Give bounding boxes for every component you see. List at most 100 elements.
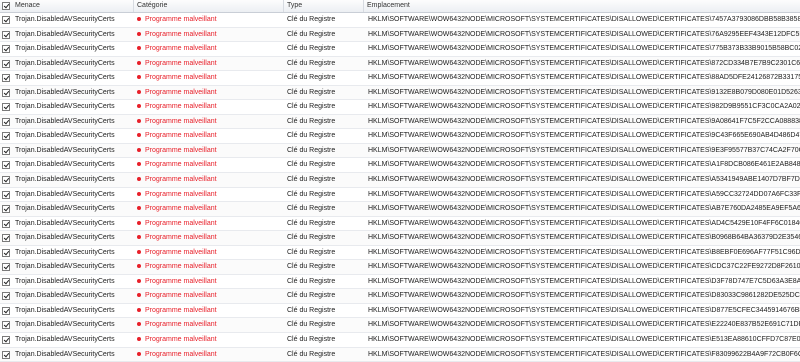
row-checkbox[interactable]: [2, 103, 10, 112]
threat-name: Trojan.DisabledAVSecurityCerts: [15, 190, 115, 198]
column-header-location[interactable]: Emplacement: [364, 0, 800, 12]
type-cell: Clé du Registre: [287, 277, 336, 285]
type-cell: Clé du Registre: [287, 350, 336, 358]
row-checkbox[interactable]: [2, 219, 10, 228]
category-label: Programme malveillant: [145, 263, 217, 271]
location-cell: HKLM\SOFTWARE\WOW6432NODE\MICROSOFT\SYST…: [368, 321, 800, 329]
threat-name: Trojan.DisabledAVSecurityCerts: [15, 88, 115, 96]
type-cell: Clé du Registre: [287, 16, 336, 23]
location-cell: HKLM\SOFTWARE\WOW6432NODE\MICROSOFT\SYST…: [368, 103, 800, 111]
table-row[interactable]: Trojan.DisabledAVSecurityCerts Programme …: [0, 173, 800, 188]
category-cell: Programme malveillant: [134, 28, 284, 42]
row-checkbox[interactable]: [2, 117, 10, 126]
table-row[interactable]: Trojan.DisabledAVSecurityCerts Programme …: [0, 85, 800, 101]
category-label: Programme malveillant: [145, 59, 217, 67]
malware-dot-icon: [137, 147, 141, 152]
location-cell: HKLM\SOFTWARE\WOW6432NODE\MICROSOFT\SYST…: [368, 74, 800, 82]
threat-name: Trojan.DisabledAVSecurityCerts: [15, 205, 115, 213]
table-row[interactable]: Trojan.DisabledAVSecurityCerts Programme …: [0, 100, 800, 115]
category-label: Programme malveillant: [145, 132, 217, 140]
row-checkbox[interactable]: [2, 30, 10, 39]
table-row[interactable]: Trojan.DisabledAVSecurityCerts Programme …: [0, 71, 800, 86]
row-checkbox[interactable]: [2, 306, 10, 315]
type-cell: Clé du Registre: [287, 45, 336, 53]
row-checkbox[interactable]: [2, 263, 10, 272]
table-row[interactable]: Trojan.DisabledAVSecurityCerts Programme …: [0, 289, 800, 304]
malware-dot-icon: [137, 46, 141, 51]
table-row[interactable]: Trojan.DisabledAVSecurityCerts Programme …: [0, 333, 800, 348]
location-cell: HKLM\SOFTWARE\WOW6432NODE\MICROSOFT\SYST…: [368, 59, 800, 67]
threat-name: Trojan.DisabledAVSecurityCerts: [15, 292, 115, 300]
table-row[interactable]: Trojan.DisabledAVSecurityCerts Programme …: [0, 188, 800, 203]
row-checkbox[interactable]: [2, 234, 10, 243]
table-row[interactable]: Trojan.DisabledAVSecurityCerts Programme …: [0, 347, 800, 362]
table-row[interactable]: Trojan.DisabledAVSecurityCerts Programme …: [0, 260, 800, 275]
row-checkbox[interactable]: [2, 248, 10, 257]
location-cell: HKLM\SOFTWARE\WOW6432NODE\MICROSOFT\SYST…: [368, 263, 800, 271]
select-all-checkbox[interactable]: [2, 2, 10, 10]
location-cell: HKLM\SOFTWARE\WOW6432NODE\MICROSOFT\SYST…: [368, 146, 800, 154]
table-row[interactable]: Trojan.DisabledAVSecurityCerts Programme …: [0, 27, 800, 43]
row-checkbox[interactable]: [2, 321, 10, 330]
type-cell: Clé du Registre: [287, 176, 336, 184]
threat-name: Trojan.DisabledAVSecurityCerts: [15, 248, 115, 256]
row-checkbox[interactable]: [2, 16, 10, 24]
type-cell: Clé du Registre: [287, 321, 336, 329]
threat-name: Trojan.DisabledAVSecurityCerts: [15, 30, 115, 38]
column-header-threat[interactable]: Menace: [0, 0, 134, 12]
table-row[interactable]: Trojan.DisabledAVSecurityCerts Programme …: [0, 304, 800, 319]
row-checkbox[interactable]: [2, 132, 10, 141]
category-label: Programme malveillant: [145, 88, 217, 96]
row-checkbox[interactable]: [2, 161, 10, 170]
table-row[interactable]: Trojan.DisabledAVSecurityCerts Programme …: [0, 158, 800, 174]
table-row[interactable]: Trojan.DisabledAVSecurityCerts Programme …: [0, 56, 800, 72]
row-checkbox[interactable]: [2, 190, 10, 199]
table-row[interactable]: Trojan.DisabledAVSecurityCerts Programme …: [0, 13, 800, 28]
type-cell: Clé du Registre: [287, 59, 336, 67]
malware-dot-icon: [137, 191, 141, 196]
threat-name: Trojan.DisabledAVSecurityCerts: [15, 321, 115, 329]
malware-dot-icon: [137, 249, 141, 254]
type-cell: Clé du Registre: [287, 263, 336, 271]
row-checkbox[interactable]: [2, 350, 10, 359]
category-cell: Programme malveillant: [134, 100, 284, 114]
table-row[interactable]: Trojan.DisabledAVSecurityCerts Programme …: [0, 275, 800, 290]
table-row[interactable]: Trojan.DisabledAVSecurityCerts Programme …: [0, 129, 800, 144]
category-cell: Programme malveillant: [134, 333, 284, 347]
column-header-category[interactable]: Catégorie: [134, 0, 284, 12]
category-cell: Programme malveillant: [134, 57, 284, 71]
table-row[interactable]: Trojan.DisabledAVSecurityCerts Programme …: [0, 202, 800, 217]
table-row[interactable]: Trojan.DisabledAVSecurityCerts Programme …: [0, 42, 800, 57]
location-cell: HKLM\SOFTWARE\WOW6432NODE\MICROSOFT\SYST…: [368, 161, 800, 169]
location-cell: HKLM\SOFTWARE\WOW6432NODE\MICROSOFT\SYST…: [368, 292, 800, 300]
category-label: Programme malveillant: [145, 219, 217, 227]
category-label: Programme malveillant: [145, 16, 217, 23]
category-label: Programme malveillant: [145, 190, 217, 198]
table-row[interactable]: Trojan.DisabledAVSecurityCerts Programme …: [0, 143, 800, 159]
threat-name: Trojan.DisabledAVSecurityCerts: [15, 132, 115, 140]
category-cell: Programme malveillant: [134, 289, 284, 303]
location-cell: HKLM\SOFTWARE\WOW6432NODE\MICROSOFT\SYST…: [368, 219, 800, 227]
malware-dot-icon: [137, 220, 141, 225]
row-checkbox[interactable]: [2, 59, 10, 68]
column-header-type[interactable]: Type: [284, 0, 364, 12]
row-checkbox[interactable]: [2, 176, 10, 185]
row-checkbox[interactable]: [2, 205, 10, 214]
type-cell: Clé du Registre: [287, 234, 336, 242]
row-checkbox[interactable]: [2, 45, 10, 54]
row-checkbox[interactable]: [2, 292, 10, 301]
row-checkbox[interactable]: [2, 146, 10, 155]
threat-name: Trojan.DisabledAVSecurityCerts: [15, 336, 115, 344]
row-checkbox[interactable]: [2, 277, 10, 286]
row-checkbox[interactable]: [2, 74, 10, 83]
table-row[interactable]: Trojan.DisabledAVSecurityCerts Programme …: [0, 246, 800, 261]
table-row[interactable]: Trojan.DisabledAVSecurityCerts Programme …: [0, 217, 800, 232]
table-row[interactable]: Trojan.DisabledAVSecurityCerts Programme …: [0, 114, 800, 130]
malware-dot-icon: [137, 337, 141, 342]
row-checkbox[interactable]: [2, 88, 10, 97]
category-label: Programme malveillant: [145, 74, 217, 82]
table-row[interactable]: Trojan.DisabledAVSecurityCerts Programme …: [0, 318, 800, 334]
table-row[interactable]: Trojan.DisabledAVSecurityCerts Programme …: [0, 231, 800, 246]
row-checkbox[interactable]: [2, 336, 10, 345]
category-cell: Programme malveillant: [134, 173, 284, 187]
